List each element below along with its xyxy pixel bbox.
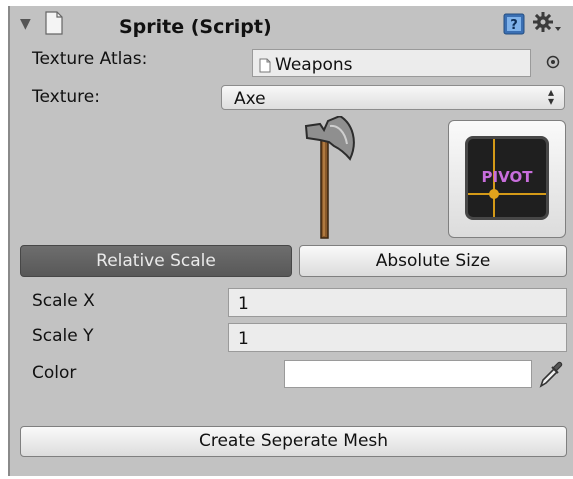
object-picker-icon[interactable]	[545, 54, 561, 70]
scale-y-field[interactable]: 1	[228, 323, 567, 352]
texture-atlas-value: Weapons	[275, 55, 353, 75]
atlas-file-icon	[259, 58, 271, 73]
relative-scale-button[interactable]: Relative Scale	[20, 245, 292, 277]
dropdown-arrows-icon: ▴ ▾	[547, 85, 554, 108]
pivot-preview: PIVOT	[465, 136, 549, 220]
component-title: Sprite (Script)	[119, 16, 272, 38]
pivot-horizontal-line	[468, 193, 546, 195]
eyedropper-icon[interactable]	[537, 359, 565, 389]
scale-x-value: 1	[238, 294, 249, 314]
texture-dropdown[interactable]: Axe ▴ ▾	[221, 85, 565, 110]
texture-atlas-field[interactable]: Weapons	[252, 49, 531, 77]
help-book-icon[interactable]: ?	[503, 13, 525, 35]
axe-sprite-preview	[300, 114, 360, 240]
scale-x-label: Scale X	[32, 291, 95, 311]
foldout-arrow-icon[interactable]: ▼	[20, 16, 31, 32]
texture-atlas-label: Texture Atlas:	[32, 49, 148, 69]
pivot-selector[interactable]: PIVOT	[448, 120, 566, 238]
scale-y-label: Scale Y	[32, 326, 94, 346]
svg-text:?: ?	[510, 18, 518, 33]
texture-dropdown-value: Axe	[234, 89, 266, 109]
pivot-label: PIVOT	[481, 168, 533, 186]
pivot-point	[489, 189, 499, 199]
create-separate-mesh-button[interactable]: Create Seperate Mesh	[20, 426, 567, 457]
sprite-inspector-panel: ▼ Sprite (Script) ? Texture Atlas: Weapo…	[8, 6, 573, 476]
script-file-icon	[44, 11, 64, 35]
gear-dropdown-icon[interactable]	[532, 11, 562, 35]
color-swatch[interactable]	[284, 360, 532, 388]
scale-y-value: 1	[238, 329, 249, 349]
absolute-size-button[interactable]: Absolute Size	[299, 245, 567, 277]
texture-label: Texture:	[32, 87, 100, 107]
scale-x-field[interactable]: 1	[228, 288, 567, 317]
color-label: Color	[32, 363, 77, 383]
